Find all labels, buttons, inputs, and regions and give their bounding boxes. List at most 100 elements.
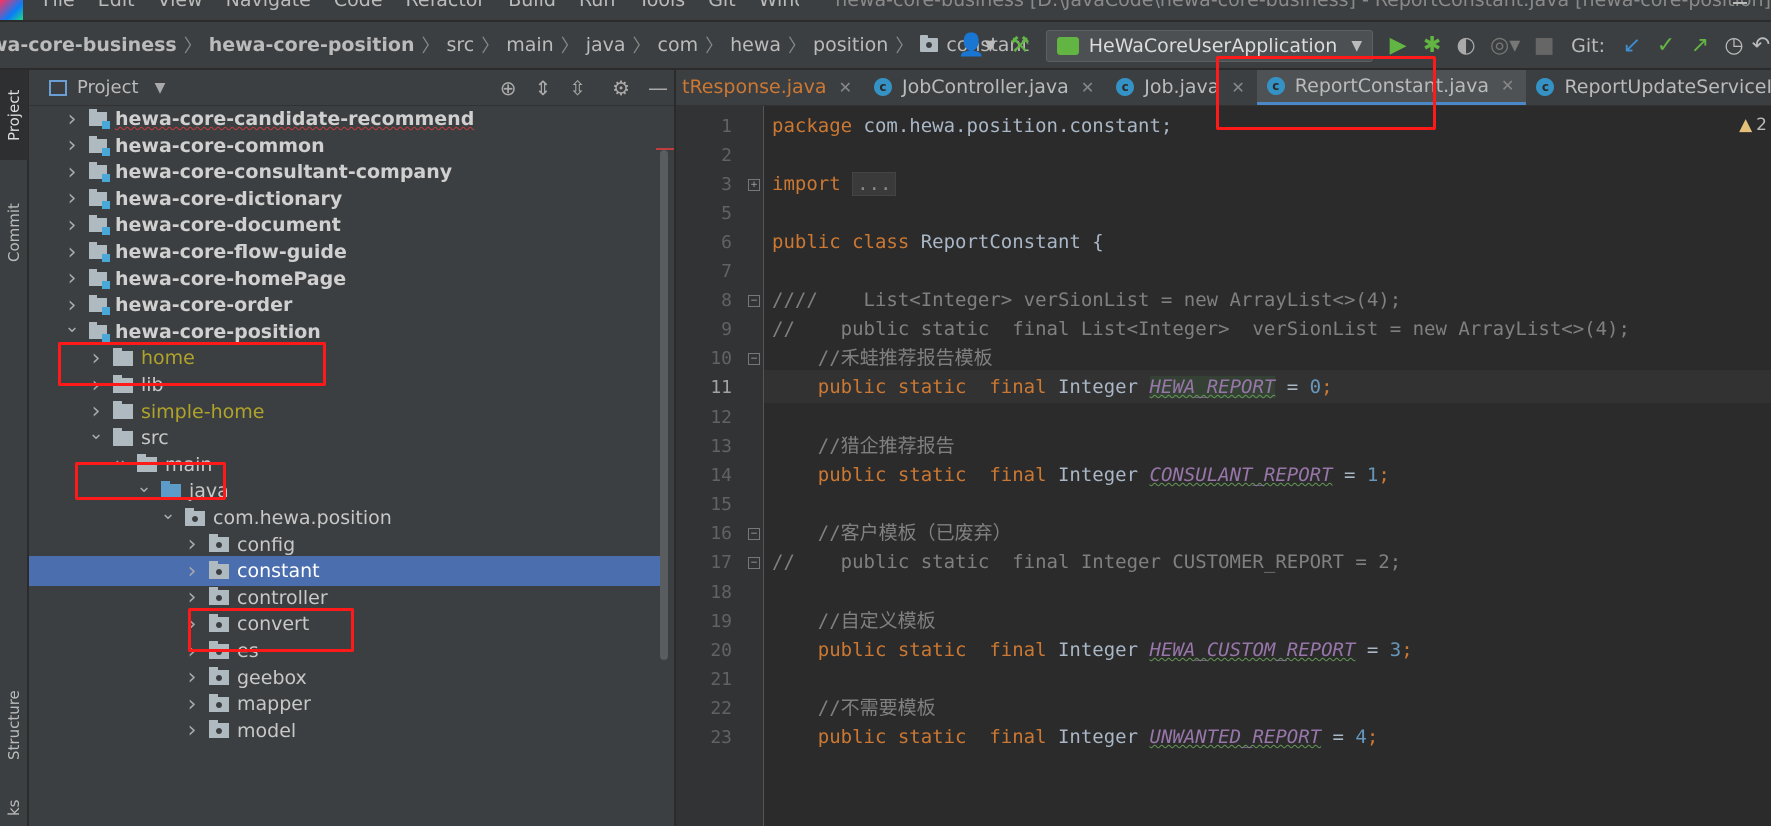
git-update-icon[interactable]: ↙	[1615, 22, 1649, 69]
project-tree-scrollbar[interactable]	[660, 150, 668, 660]
chevron-down-icon[interactable]: ⌄	[61, 316, 83, 337]
chevron-right-icon[interactable]: ›	[181, 639, 203, 664]
folded-imports[interactable]: ...	[852, 172, 897, 196]
chevron-right-icon[interactable]: ›	[181, 692, 203, 717]
tree-item-model[interactable]: › model	[29, 716, 674, 746]
menu-item-build[interactable]: Build	[508, 0, 556, 10]
tree-item-lib[interactable]: › lib	[29, 370, 674, 400]
bookmarks-tool-tab[interactable]: ks	[0, 790, 28, 826]
chevron-right-icon[interactable]: ›	[181, 718, 203, 743]
breadcrumb-item[interactable]: hewa	[730, 34, 781, 56]
menu-item-edit[interactable]: Edit	[98, 0, 135, 10]
close-tab-icon[interactable]: ✕	[1501, 76, 1514, 95]
chevron-down-icon[interactable]: ▼	[155, 80, 166, 96]
chevron-right-icon[interactable]: ›	[61, 186, 83, 211]
menu-item-view[interactable]: View	[158, 0, 203, 10]
close-tab-icon[interactable]: ✕	[1231, 78, 1244, 97]
tree-item-hewa-core-document[interactable]: › hewa-core-document	[29, 210, 674, 240]
chevron-right-icon[interactable]: ›	[181, 585, 203, 610]
fold-toggle-icon[interactable]: −	[748, 353, 760, 365]
tree-item-simple-home[interactable]: › simple-home	[29, 397, 674, 427]
chevron-right-icon[interactable]: ›	[181, 612, 203, 637]
coverage-icon[interactable]: ◐	[1449, 22, 1483, 69]
menu-item-run[interactable]: Run	[579, 0, 615, 10]
project-tool-tab[interactable]: Project	[0, 70, 28, 160]
fold-toggle-icon[interactable]: −	[748, 557, 760, 569]
chevron-right-icon[interactable]: ›	[61, 266, 83, 291]
chevron-right-icon[interactable]: ›	[61, 133, 83, 158]
chevron-right-icon[interactable]: ›	[181, 532, 203, 557]
tree-item-constant[interactable]: › constant	[29, 556, 660, 587]
tree-item-main[interactable]: ⌄ main	[29, 449, 674, 480]
chevron-right-icon[interactable]: ›	[61, 213, 83, 238]
breadcrumb-item[interactable]: com	[658, 34, 699, 56]
tree-item-hewa-core-common[interactable]: › hewa-core-common	[29, 131, 674, 161]
profile-icon[interactable]: ◎▾	[1483, 22, 1527, 69]
tree-item-java[interactable]: ⌄ java	[29, 476, 674, 506]
chevron-right-icon[interactable]: ›	[61, 293, 83, 318]
stop-icon[interactable]: ■	[1527, 22, 1561, 69]
chevron-down-icon[interactable]: ⌄	[85, 423, 107, 444]
build-hammer-icon[interactable]: ⚒	[1002, 22, 1038, 69]
editor-tab[interactable]: c Job.java ✕	[1106, 70, 1257, 105]
debug-icon[interactable]: ✱	[1415, 22, 1449, 69]
hide-panel-icon[interactable]: —	[648, 76, 668, 100]
breadcrumb-item[interactable]: hewa-core-position	[209, 34, 415, 56]
collapse-all-icon[interactable]: ⇳	[569, 76, 586, 100]
tree-item-geebox[interactable]: › geebox	[29, 663, 674, 693]
chevron-right-icon[interactable]: ›	[85, 399, 107, 424]
structure-tool-tab[interactable]: Structure	[0, 670, 28, 780]
chevron-down-icon[interactable]: ⌄	[109, 449, 131, 470]
chevron-right-icon[interactable]: ›	[61, 240, 83, 265]
fold-toggle-icon[interactable]: +	[748, 179, 760, 191]
project-panel-title[interactable]: Project	[77, 77, 139, 98]
breadcrumb-item[interactable]: java	[586, 34, 626, 56]
user-icon[interactable]: 👤▾	[952, 22, 1002, 69]
chevron-right-icon[interactable]: ›	[181, 665, 203, 690]
tree-item-config[interactable]: › config	[29, 530, 674, 560]
tree-item-home[interactable]: › home	[29, 343, 674, 373]
breadcrumb-item[interactable]: wa-core-business	[0, 34, 177, 56]
breadcrumb-item[interactable]: main	[506, 34, 553, 56]
gear-icon[interactable]: ⚙	[612, 76, 630, 100]
tree-item-convert[interactable]: › convert	[29, 609, 674, 639]
menu-item-tools[interactable]: Tools	[638, 0, 685, 10]
menu-item-window[interactable]: Window	[759, 0, 800, 10]
close-tab-icon[interactable]: ✕	[1081, 78, 1094, 97]
editor-tab[interactable]: c ReportConstant.java ✕	[1256, 70, 1527, 105]
menu-item-file[interactable]: File	[43, 0, 75, 10]
history-icon[interactable]: ◷	[1717, 22, 1751, 69]
breadcrumb-item[interactable]: src	[446, 34, 474, 56]
tree-item-hewa-core-dictionary[interactable]: › hewa-core-dictionary	[29, 184, 674, 214]
tree-item-hewa-core-consultant-company[interactable]: › hewa-core-consultant-company	[29, 157, 674, 187]
locate-file-icon[interactable]: ⊕	[500, 76, 517, 100]
run-configuration-select[interactable]: HeWaCoreUserApplication ▼	[1045, 29, 1374, 62]
tree-item-mapper[interactable]: › mapper	[29, 689, 674, 719]
git-commit-icon[interactable]: ✓	[1649, 22, 1683, 69]
breadcrumb-item[interactable]: position	[813, 34, 888, 56]
rollback-icon[interactable]: ↶	[1751, 22, 1771, 69]
tree-item-hewa-core-flow-guide[interactable]: › hewa-core-flow-guide	[29, 237, 674, 267]
chevron-down-icon[interactable]: ⌄	[157, 503, 179, 524]
close-tab-icon[interactable]: ✕	[839, 78, 852, 97]
editor-tab[interactable]: c ReportUpdateServiceImpl.java	[1526, 70, 1771, 105]
tree-item-hewa-core-position[interactable]: ⌄ hewa-core-position	[29, 316, 674, 347]
minimize-button[interactable]	[1733, 2, 1747, 4]
chevron-right-icon[interactable]: ›	[61, 107, 83, 132]
editor-tab[interactable]: c JobController.java ✕	[864, 70, 1106, 105]
editor-tab[interactable]: tResponse.java ✕	[676, 70, 864, 105]
tree-item-controller[interactable]: › controller	[29, 583, 674, 613]
menu-item-navigate[interactable]: Navigate	[226, 0, 311, 10]
chevron-right-icon[interactable]: ›	[181, 559, 203, 584]
chevron-down-icon[interactable]: ⌄	[133, 476, 155, 497]
chevron-right-icon[interactable]: ›	[85, 346, 107, 371]
chevron-right-icon[interactable]: ›	[85, 373, 107, 398]
code-editor[interactable]: package com.hewa.position.constant; impo…	[764, 106, 1771, 826]
tree-item-hewa-core-homePage[interactable]: › hewa-core-homePage	[29, 264, 674, 294]
menu-item-refactor[interactable]: Refactor	[406, 0, 486, 10]
menu-item-code[interactable]: Code	[334, 0, 383, 10]
fold-toggle-icon[interactable]: −	[748, 528, 760, 540]
menu-item-git[interactable]: Git	[708, 0, 735, 10]
tree-item-hewa-core-order[interactable]: › hewa-core-order	[29, 290, 674, 320]
chevron-right-icon[interactable]: ›	[61, 160, 83, 185]
